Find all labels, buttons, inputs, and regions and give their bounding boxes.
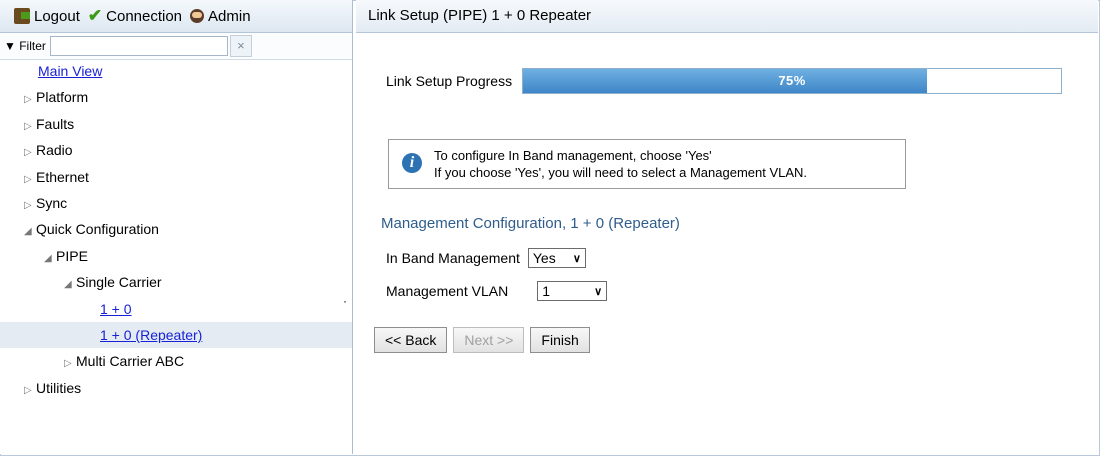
tree-item-multi-carrier-abc[interactable]: ▷ Multi Carrier ABC [0,348,352,374]
connection-button[interactable]: ✔ Connection [87,6,183,25]
tree-item-label: Radio [36,142,73,159]
expand-icon[interactable]: ▷ [24,167,36,193]
tree-link-1-plus-0[interactable]: 1 + 0 [100,301,132,317]
logout-button[interactable]: Logout [14,8,80,25]
tree-item-radio[interactable]: ▷ Radio [0,137,352,163]
logout-label: Logout [34,7,80,25]
tree-item-label: Sync [36,194,68,211]
info-box: i To configure In Band management, choos… [388,139,906,189]
splitter-handle[interactable]: · [343,294,347,308]
page-title: Link Setup (PIPE) 1 + 0 Repeater [356,0,1098,33]
top-toolbar: Logout ✔ Connection Admin [0,0,352,33]
logout-icon [14,8,30,24]
tree-item-ethernet[interactable]: ▷ Ethernet [0,164,352,190]
management-vlan-label: Management VLAN [386,283,509,299]
progress-text: 75% [778,73,806,88]
section-title: Management Configuration, 1 + 0 (Repeate… [381,215,680,232]
tree-item-label: Utilities [36,379,82,396]
finish-button[interactable]: Finish [530,327,590,353]
tree-item-faults[interactable]: ▷ Faults [0,111,352,137]
tree-item-main-view[interactable]: Main View [0,58,352,84]
tree-item-label: PIPE [56,247,88,264]
filter-label[interactable]: ▼ Filter [4,39,46,53]
link-setup-progress: Link Setup Progress 75% [386,68,1063,94]
tree-item-1-plus-0-repeater[interactable]: 1 + 0 (Repeater) [0,321,352,349]
admin-button[interactable]: Admin [190,8,251,25]
tree-item-label: Ethernet [36,168,89,185]
tree-item-1-plus-0[interactable]: 1 + 0 [0,296,352,322]
wizard-buttons: << Back Next >> Finish [374,327,596,353]
filter-input[interactable] [49,36,228,56]
collapse-icon[interactable]: ◢ [24,219,36,245]
info-text-line-1: To configure In Band management, choose … [434,148,712,163]
in-band-management-field: In Band Management Yes ∨ [386,248,586,268]
admin-label: Admin [208,7,251,25]
in-band-management-select[interactable]: Yes ∨ [527,248,586,268]
filter-bar: ▼ Filter × [0,33,352,60]
chevron-down-icon: ∨ [594,285,603,298]
expand-icon[interactable]: ▷ [24,193,36,219]
tree-item-platform[interactable]: ▷ Platform [0,84,352,110]
tree-item-quick-configuration[interactable]: ◢ Quick Configuration [0,216,352,242]
expand-icon[interactable]: ▷ [24,114,36,140]
collapse-icon[interactable]: ◢ [64,272,76,298]
chevron-down-icon: ∨ [572,252,581,265]
navigation-panel: Logout ✔ Connection Admin ▼ Filter × Mai… [0,0,353,454]
expand-icon[interactable]: ▷ [24,378,36,404]
tree-item-label: Platform [36,89,89,106]
expand-icon[interactable]: ▷ [24,87,36,113]
management-vlan-select[interactable]: 1 ∨ [537,281,608,301]
progress-label: Link Setup Progress [386,73,513,89]
expand-icon[interactable]: ▷ [24,140,36,166]
management-vlan-field: Management VLAN 1 ∨ [386,281,608,301]
tree-item-utilities[interactable]: ▷ Utilities [0,375,352,401]
tree-item-sync[interactable]: ▷ Sync [0,190,352,216]
navigation-tree: Main View ▷ Platform ▷ Faults ▷ Radio ▷ Ethe… [0,58,352,401]
progress-bar: 75% [522,68,1063,94]
main-view-link[interactable]: Main View [38,63,102,79]
tree-item-label: Single Carrier [76,274,162,291]
tree-item-label: Multi Carrier ABC [76,353,185,370]
tree-item-label: Quick Configuration [36,221,159,238]
tree-link-1-plus-0-repeater[interactable]: 1 + 0 (Repeater) [100,327,202,343]
main-panel: Link Setup (PIPE) 1 + 0 Repeater Link Se… [356,0,1098,454]
in-band-management-value: Yes [532,250,556,266]
tree-item-pipe[interactable]: ◢ PIPE [0,243,352,269]
tree-item-label: Faults [36,115,75,132]
checkmark-icon: ✔ [87,6,103,25]
collapse-icon[interactable]: ◢ [44,246,56,272]
in-band-management-label: In Band Management [386,250,520,266]
connection-label: Connection [106,7,183,25]
info-icon: i [402,153,422,173]
next-button[interactable]: Next >> [453,327,525,353]
tree-item-single-carrier[interactable]: ◢ Single Carrier [0,269,352,295]
expand-icon[interactable]: ▷ [64,351,76,377]
back-button[interactable]: << Back [374,327,448,353]
management-vlan-value: 1 [542,283,550,299]
info-text-line-2: If you choose 'Yes', you will need to se… [434,165,808,180]
user-icon [190,9,205,23]
clear-filter-button[interactable]: × [229,35,252,57]
